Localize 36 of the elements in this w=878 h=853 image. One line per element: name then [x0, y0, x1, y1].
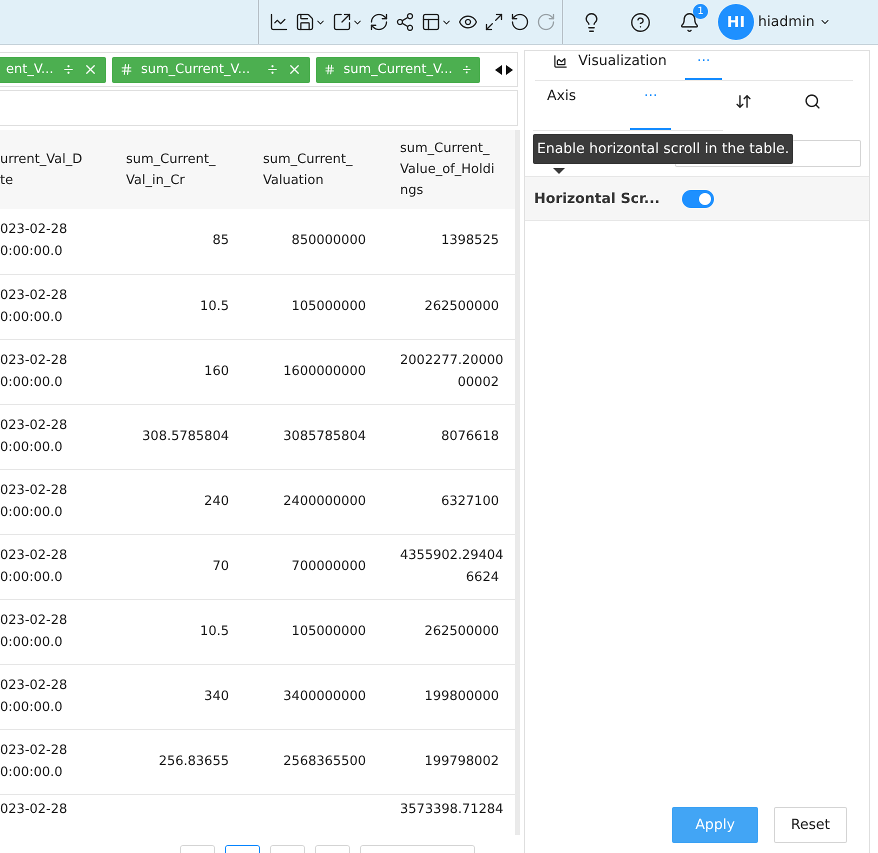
chip-label: sum_Current_V...: [141, 62, 252, 77]
table-cell: 023-02-28 0:00:00.0: [0, 534, 108, 599]
table-cell: 023-02-28 0:00:00.0: [0, 469, 108, 534]
table-cell: 023-02-28 0:00:00.0: [0, 599, 108, 664]
table-cell: 023-02-28 0:00:00.0: [0, 404, 108, 469]
chip-label: sum_Current_V...: [343, 62, 453, 77]
table-cell: 3400000000: [245, 664, 382, 729]
table-cell: 70: [108, 534, 245, 599]
user-avatar: HI: [718, 4, 754, 40]
table-cell: 023-02-28 0:00:00.0: [0, 664, 108, 729]
table-cell: 10.5: [108, 274, 245, 339]
table-cell: 1600000000: [245, 339, 382, 404]
table-cell: 85: [108, 209, 245, 274]
table-cell: 256.83655: [108, 729, 245, 794]
table-cell: 105000000: [245, 274, 382, 339]
table-cell: 023-02-28 0:00:00.0: [0, 729, 108, 794]
table-cell: 240: [108, 469, 245, 534]
user-name: hiadmin: [758, 14, 815, 30]
table-cell: 160: [108, 339, 245, 404]
chip-label: ent_V...: [6, 62, 54, 77]
setting-label: Horizontal Scr...: [534, 190, 661, 206]
tooltip: Enable horizontal scroll in the table.: [533, 134, 794, 164]
table-cell: 105000000: [245, 599, 382, 664]
table-cell: 700000000: [245, 534, 382, 599]
table-cell: 850000000: [245, 209, 382, 274]
table-cell: 10.5: [108, 599, 245, 664]
table-cell: 023-02-28 0:00:00.0: [0, 209, 108, 274]
table-cell: 340: [108, 664, 245, 729]
notification-badge: 1: [693, 4, 708, 19]
table-cell: 023-02-28 0:00:00.0: [0, 339, 108, 404]
table-cell: 2400000000: [245, 469, 382, 534]
table-cell: 023-02-28 0:00:00.0: [0, 274, 108, 339]
table-cell: 2568365500: [245, 729, 382, 794]
table-cell: 3085785804: [245, 404, 382, 469]
table-cell: 308.5785804: [108, 404, 245, 469]
table-cell: 023-02-28: [0, 794, 108, 835]
